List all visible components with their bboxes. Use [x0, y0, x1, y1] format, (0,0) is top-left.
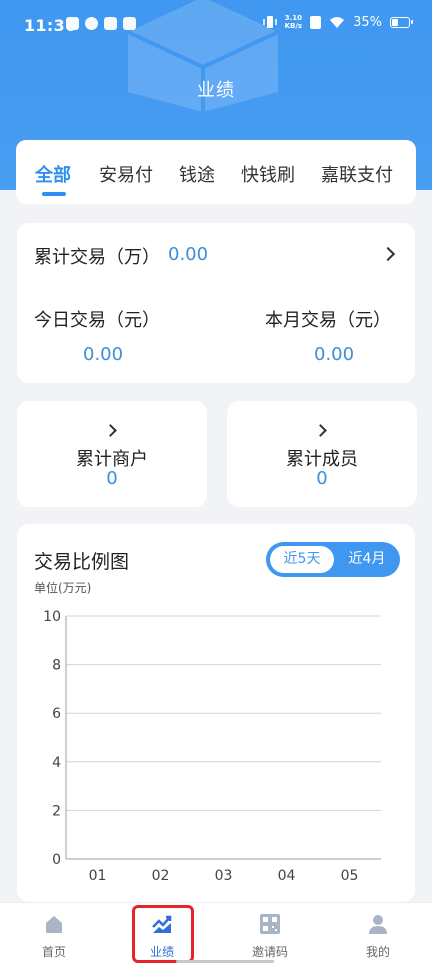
members-card[interactable]: 累计成员 0 [227, 401, 417, 507]
tabbar-profile[interactable]: 我的 [324, 903, 432, 964]
vibrate-icon [262, 16, 277, 28]
today-transaction-value: 0.00 [83, 344, 124, 365]
bottom-tab-bar: 首页 业绩 邀请码 我的 [0, 902, 432, 964]
bluetooth-icon [310, 15, 322, 29]
tabbar-profile-label: 我的 [365, 945, 390, 959]
y-tick-label: 2 [52, 803, 61, 819]
y-tick-label: 0 [52, 852, 61, 868]
y-tick-label: 6 [52, 706, 61, 722]
chevron-right-icon [103, 424, 117, 437]
total-transaction-label: 累计交易（万） [34, 247, 160, 268]
x-tick-label: 02 [152, 868, 170, 884]
y-tick-label: 10 [43, 609, 61, 625]
network-speed-unit: KB/s [284, 22, 303, 30]
notification-icons [66, 17, 136, 30]
chevron-right-icon [313, 424, 327, 437]
mail-notification-icon [104, 17, 117, 30]
tab-kuaiqianshua[interactable]: 快钱刷 [241, 161, 295, 187]
tabbar-invite-code[interactable]: 邀请码 [216, 903, 324, 964]
tab-anyifu[interactable]: 安易付 [99, 161, 153, 187]
merchants-card[interactable]: 累计商户 0 [17, 401, 207, 507]
x-tick-label: 03 [215, 868, 233, 884]
network-speed-value: 3.10 [284, 14, 302, 22]
wifi-icon [330, 16, 345, 28]
battery-percent: 35% [353, 14, 382, 30]
status-right: 3.10 KB/s 35% [262, 14, 413, 30]
members-value: 0 [316, 468, 328, 489]
merchants-value: 0 [106, 468, 118, 489]
chevron-right-icon [380, 246, 396, 262]
tab-all[interactable]: 全部 [35, 161, 71, 187]
tabbar-invite-code-label: 邀请码 [251, 945, 288, 959]
page-title: 业绩 [197, 80, 235, 101]
battery-icon [390, 16, 413, 28]
line-chart: 024681001 02 03 04 05 [43, 609, 381, 884]
month-transaction-label: 本月交易（元） [265, 310, 391, 331]
channel-tabs: 全部 安易付 钱途 快钱刷 嘉联支付 [16, 140, 416, 204]
transaction-summary-card: 累计交易（万） 0.00 今日交易（元） 0.00 本月交易（元） 0.00 [17, 223, 415, 383]
selection-highlight [132, 905, 194, 963]
user-icon [369, 915, 387, 934]
tabbar-home[interactable]: 首页 [0, 903, 108, 964]
y-tick-label: 8 [52, 658, 61, 674]
tab-qiantu[interactable]: 钱途 [179, 161, 215, 187]
y-tick-label: 4 [52, 755, 61, 771]
x-tick-label: 05 [341, 868, 359, 884]
home-indicator [176, 960, 274, 963]
app-notification-icon [66, 17, 79, 30]
network-speed: 3.10 KB/s [285, 14, 302, 30]
active-tab-indicator [42, 192, 66, 196]
home-icon [46, 916, 62, 933]
x-tick-label: 04 [278, 868, 296, 884]
x-tick-label: 01 [89, 868, 107, 884]
link-notification-icon [85, 17, 98, 30]
qr-code-icon [260, 914, 280, 934]
total-transaction-row[interactable]: 累计交易（万） 0.00 [17, 223, 415, 285]
wechat-notification-icon [123, 17, 136, 30]
status-bar: 11:36 3.10 KB/s 35% [0, 0, 432, 52]
today-transaction-label: 今日交易（元） [34, 310, 160, 331]
tabbar-home-label: 首页 [41, 945, 66, 959]
month-transaction-value: 0.00 [314, 344, 355, 365]
tab-jialian-pay[interactable]: 嘉联支付 [321, 161, 393, 187]
transaction-ratio-chart-card: 交易比例图 单位(万元) 近5天 近4月 0 2 4 6 8 10 01 02 03 04 05 [17, 524, 415, 902]
total-transaction-value: 0.00 [168, 244, 209, 265]
